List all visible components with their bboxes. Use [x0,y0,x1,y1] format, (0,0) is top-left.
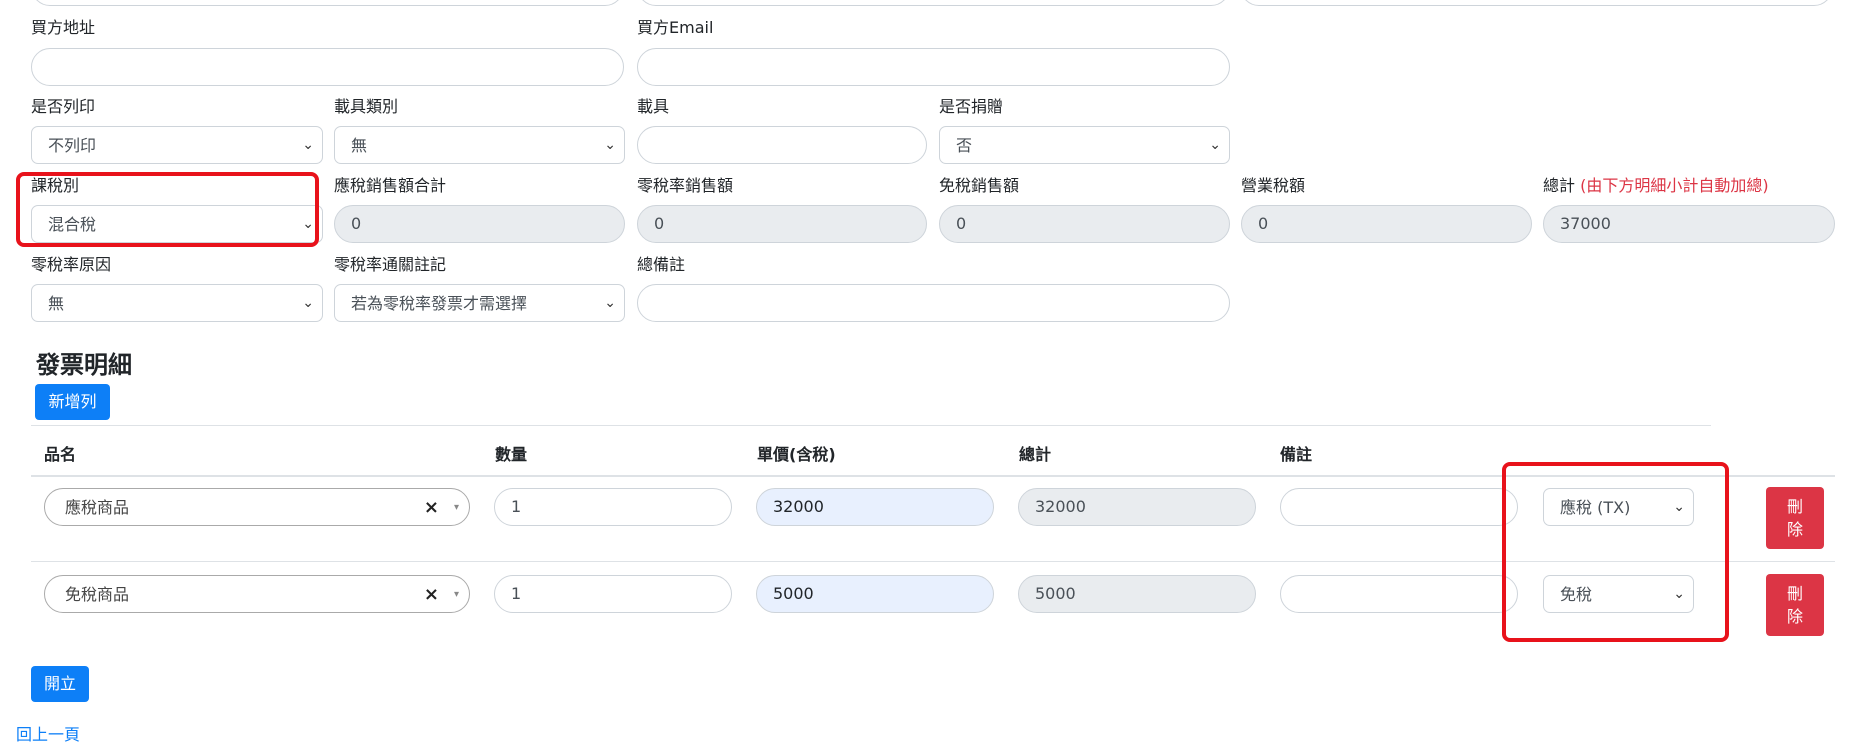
donate-label: 是否捐贈 [939,97,1004,116]
item-select-row-2[interactable]: 免稅商品 × ▾ [44,575,470,613]
remark-input-row-2[interactable] [1280,575,1518,613]
chevron-down-icon: ⌄ [302,295,314,311]
remark-input[interactable] [637,284,1230,322]
qty-input-row-2[interactable]: 1 [494,575,732,613]
clear-icon[interactable]: × [424,576,439,614]
tax-select-row-2[interactable]: 免稅 ⌄ [1543,575,1694,613]
clear-icon[interactable]: × [424,489,439,527]
col-header-remark: 備註 [1280,445,1313,464]
business-tax-label: 營業稅額 [1241,176,1306,195]
carrier-type-value: 無 [351,136,368,155]
chevron-down-icon: ⌄ [302,137,314,153]
print-select[interactable]: 不列印 ⌄ [31,126,323,164]
tax-type-label: 課稅別 [31,176,80,195]
item-name: 免稅商品 [65,585,130,604]
total-input: 37000 [1543,205,1835,243]
business-tax-input: 0 [1241,205,1532,243]
tax-value: 免稅 [1560,585,1593,604]
dropdown-arrow-icon: ▾ [453,589,459,600]
col-header-item: 品名 [44,445,77,464]
row-divider [31,561,1835,562]
buyer-email-input[interactable] [637,48,1230,86]
print-label: 是否列印 [31,97,96,116]
top-field-1[interactable] [31,0,624,6]
buyer-email-label: 買方Email [637,18,714,37]
total-note: (由下方明細小計自動加總) [1580,176,1769,195]
table-header-divider [31,475,1835,477]
zero-reason-value: 無 [48,294,65,313]
table-top-divider [31,425,1711,426]
zero-customs-value: 若為零稅率發票才需選擇 [351,294,528,313]
details-title: 發票明細 [36,351,132,379]
back-link[interactable]: 回上一頁 [16,721,80,745]
zero-rate-sales-input: 0 [637,205,927,243]
tax-value: 應稅 (TX) [1560,498,1631,517]
buyer-address-label: 買方地址 [31,18,96,37]
delete-button-row-2[interactable]: 刪除 [1766,574,1824,636]
chevron-down-icon: ⌄ [302,216,314,232]
dropdown-arrow-icon: ▾ [453,502,459,513]
remark-label: 總備註 [637,255,686,274]
zero-customs-select[interactable]: 若為零稅率發票才需選擇 ⌄ [334,284,625,322]
tax-type-select[interactable]: 混合稅 ⌄ [31,205,323,243]
carrier-type-select[interactable]: 無 ⌄ [334,126,625,164]
tax-select-row-1[interactable]: 應稅 (TX) ⌄ [1543,488,1694,526]
remark-input-row-1[interactable] [1280,488,1518,526]
chevron-down-icon: ⌄ [1209,137,1221,153]
add-row-button[interactable]: 新增列 [35,384,110,420]
price-input-row-1[interactable]: 32000 [756,488,994,526]
zero-reason-select[interactable]: 無 ⌄ [31,284,323,322]
chevron-down-icon: ⌄ [1673,499,1685,515]
zero-reason-label: 零稅率原因 [31,255,112,274]
taxable-sales-label: 應稅銷售額合計 [334,176,447,195]
total-label: 總計 (由下方明細小計自動加總) [1543,176,1769,196]
qty-input-row-1[interactable]: 1 [494,488,732,526]
col-header-price: 單價(含稅) [757,445,836,464]
carrier-input[interactable] [637,126,927,164]
top-field-2[interactable] [637,0,1230,6]
item-select-row-1[interactable]: 應稅商品 × ▾ [44,488,470,526]
col-header-total: 總計 [1019,445,1052,464]
print-select-value: 不列印 [48,136,97,155]
zero-customs-label: 零稅率通關註記 [334,255,447,274]
chevron-down-icon: ⌄ [604,137,616,153]
chevron-down-icon: ⌄ [1673,586,1685,602]
chevron-down-icon: ⌄ [604,295,616,311]
donate-value: 否 [956,136,973,155]
total-input-row-2: 5000 [1018,575,1256,613]
total-input-row-1: 32000 [1018,488,1256,526]
col-header-qty: 數量 [495,445,528,464]
carrier-type-label: 載具類別 [334,97,399,116]
tax-type-value: 混合稅 [48,215,97,234]
zero-rate-sales-label: 零稅率銷售額 [637,176,734,195]
item-name: 應稅商品 [65,498,130,517]
tax-free-sales-input: 0 [939,205,1230,243]
carrier-label: 載具 [637,97,670,116]
delete-button-row-1[interactable]: 刪除 [1766,487,1824,549]
top-field-3[interactable] [1240,0,1833,6]
tax-free-sales-label: 免稅銷售額 [939,176,1020,195]
price-input-row-2[interactable]: 5000 [756,575,994,613]
total-label-text: 總計 [1543,176,1576,195]
taxable-sales-input: 0 [334,205,625,243]
donate-select[interactable]: 否 ⌄ [939,126,1230,164]
buyer-address-input[interactable] [31,48,624,86]
issue-button[interactable]: 開立 [31,666,89,702]
